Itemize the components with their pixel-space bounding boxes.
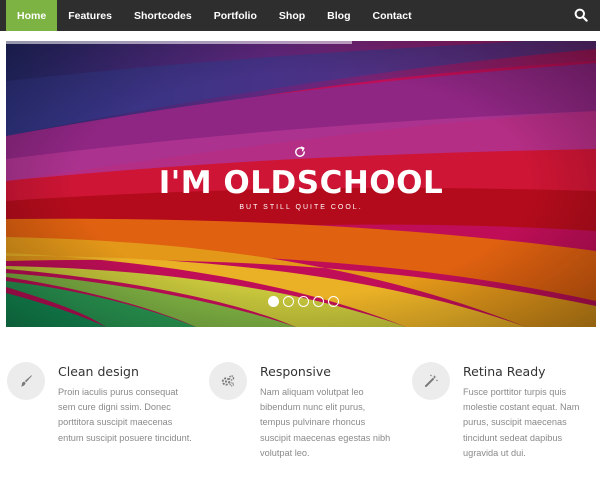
reload-icon bbox=[295, 146, 305, 157]
feature-title: Responsive bbox=[260, 364, 331, 379]
slider-dot-4[interactable] bbox=[313, 296, 324, 307]
slider-dot-2[interactable] bbox=[283, 296, 294, 307]
hero-subtitle: BUT STILL QUITE COOL. bbox=[239, 204, 363, 211]
nav-item-contact[interactable]: Contact bbox=[361, 0, 422, 31]
feature-description: Proin iaculis purus consequat sem cure d… bbox=[58, 387, 192, 443]
nav-item-home[interactable]: Home bbox=[6, 0, 58, 31]
paintbrush-icon bbox=[7, 362, 45, 400]
main-menu: Home Features Shortcodes Portfolio Shop … bbox=[6, 0, 423, 31]
nav-item-shortcodes[interactable]: Shortcodes bbox=[123, 0, 203, 31]
hero-title: I'M OLDSCHOOL bbox=[158, 165, 444, 201]
nav-item-shop[interactable]: Shop bbox=[268, 0, 316, 31]
slider-dot-1[interactable] bbox=[268, 296, 279, 307]
feature-title: Retina Ready bbox=[463, 364, 546, 379]
gears-icon bbox=[209, 362, 247, 400]
slider-pagination bbox=[268, 296, 339, 307]
feature-description: Nam aliquam volutpat leo bibendum nunc e… bbox=[260, 387, 391, 458]
hero-slider[interactable]: I'M OLDSCHOOL BUT STILL QUITE COOL. bbox=[6, 41, 596, 327]
feature-description: Fusce porttitor turpis quis molestie cos… bbox=[463, 387, 580, 458]
nav-item-blog[interactable]: Blog bbox=[316, 0, 361, 31]
search-icon[interactable] bbox=[574, 8, 588, 22]
slider-dot-5[interactable] bbox=[328, 296, 339, 307]
nav-item-portfolio[interactable]: Portfolio bbox=[203, 0, 268, 31]
magic-wand-icon bbox=[412, 362, 450, 400]
top-navigation-bar: Home Features Shortcodes Portfolio Shop … bbox=[0, 0, 600, 31]
slide-progress-bar bbox=[6, 41, 352, 44]
nav-item-features[interactable]: Features bbox=[57, 0, 123, 31]
feature-title: Clean design bbox=[58, 364, 139, 379]
slider-dot-3[interactable] bbox=[298, 296, 309, 307]
